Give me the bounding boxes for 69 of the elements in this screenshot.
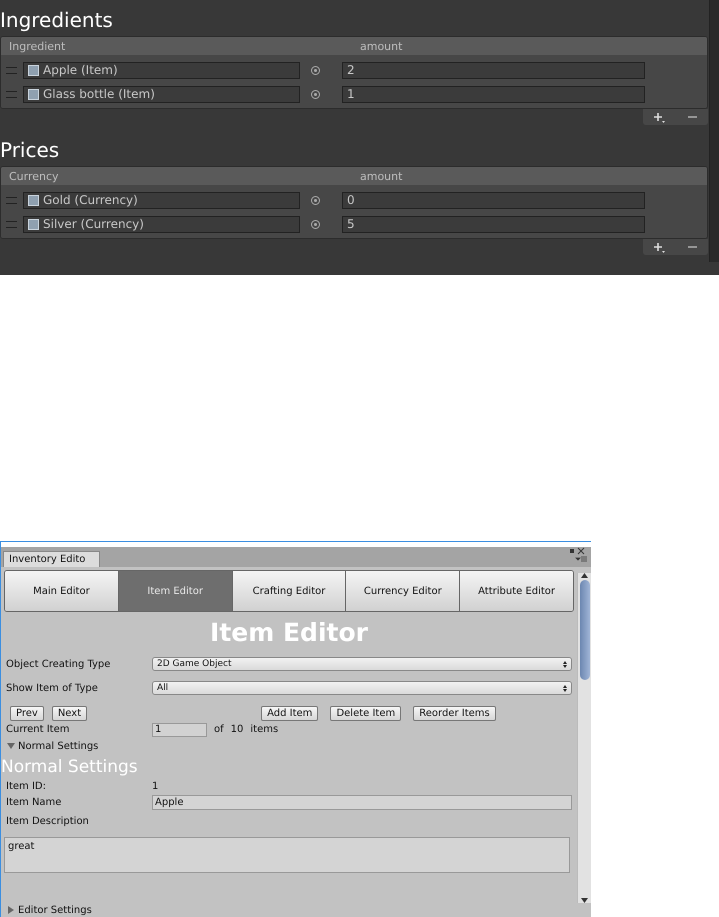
amount-field[interactable]: 5	[342, 216, 645, 232]
object-field[interactable]: Silver (Currency)	[23, 216, 300, 232]
object-name: Gold (Currency)	[43, 193, 138, 207]
editor-tab[interactable]: Currency Editor	[346, 571, 460, 612]
nav-button[interactable]: Next	[52, 706, 88, 721]
scrollbar[interactable]	[709, 0, 719, 262]
section-title: Ingredients	[0, 7, 114, 34]
foldout[interactable]: Normal Settings	[1, 737, 577, 756]
scrollbar[interactable]	[577, 573, 591, 904]
asset-icon	[28, 194, 39, 206]
field-label: Show Item of Type	[6, 682, 99, 694]
add-icon[interactable]	[654, 242, 666, 252]
drag-handle-icon[interactable]	[6, 66, 17, 74]
object-picker-icon[interactable]	[311, 90, 320, 98]
expanded-triangle-icon	[7, 742, 15, 750]
field-label: Object Creating Type	[6, 658, 112, 670]
field-label: Item Description	[6, 816, 90, 827]
drag-handle-icon[interactable]	[6, 196, 17, 204]
amount-field[interactable]: 0	[342, 192, 645, 208]
column-header: Ingredient	[8, 40, 66, 52]
editor-tab[interactable]: Crafting Editor	[232, 571, 346, 612]
dropdown[interactable]: All	[152, 681, 572, 696]
object-field[interactable]: Gold (Currency)	[23, 192, 300, 208]
current-item-field[interactable]: 1	[152, 722, 207, 737]
item-name-field[interactable]: Apple	[152, 795, 572, 810]
object-picker-icon[interactable]	[311, 66, 320, 74]
action-button[interactable]: Delete Item	[330, 706, 402, 721]
action-button[interactable]: Add Item	[261, 706, 318, 721]
dropdown[interactable]: 2D Game Object	[152, 657, 572, 672]
amount-field[interactable]: 2	[342, 62, 645, 78]
window-controls-icon[interactable]	[568, 547, 588, 563]
editor-tab[interactable]: Item Editor	[118, 571, 233, 612]
total-count: 10	[230, 724, 244, 736]
drag-handle-icon[interactable]	[6, 220, 17, 228]
nav-button[interactable]: Prev	[10, 706, 44, 721]
asset-icon	[28, 88, 39, 100]
item-id-value: 1	[152, 781, 160, 792]
editor-heading: Item Editor	[209, 617, 369, 650]
description-field[interactable]: great	[4, 837, 570, 874]
amount-field[interactable]: 1	[342, 86, 645, 102]
asset-icon	[28, 64, 39, 76]
field-label: Current Item	[6, 724, 71, 736]
window-tab[interactable]: Inventory Edito	[3, 551, 100, 568]
action-button[interactable]: Reorder Items	[413, 706, 496, 721]
field-label: Item Name	[6, 797, 62, 808]
editor-tab[interactable]: Main Editor	[5, 571, 119, 612]
object-name: Glass bottle (Item)	[43, 87, 155, 101]
object-name: Apple (Item)	[43, 63, 118, 77]
column-header: amount	[359, 170, 404, 182]
column-header: Currency	[8, 170, 60, 182]
object-picker-icon[interactable]	[311, 220, 320, 228]
drag-handle-icon[interactable]	[6, 90, 17, 98]
of-label: of	[214, 724, 224, 736]
scroll-thumb[interactable]	[580, 580, 590, 680]
editor-tab[interactable]: Attribute Editor	[460, 571, 573, 612]
section-title: Prices	[0, 137, 60, 164]
object-field[interactable]: Apple (Item)	[23, 62, 300, 78]
add-icon[interactable]	[654, 112, 666, 122]
object-picker-icon[interactable]	[311, 196, 320, 204]
object-field[interactable]: Glass bottle (Item)	[23, 86, 300, 102]
collapsed-triangle-icon	[7, 906, 15, 914]
updown-arrows-icon	[563, 684, 567, 692]
field-label: Item ID:	[6, 781, 47, 792]
updown-arrows-icon	[563, 660, 567, 668]
column-header: amount	[359, 40, 404, 52]
asset-icon	[28, 218, 39, 230]
section-heading: Normal Settings	[1, 756, 139, 780]
object-name: Silver (Currency)	[43, 217, 144, 231]
items-label: items	[250, 724, 278, 736]
